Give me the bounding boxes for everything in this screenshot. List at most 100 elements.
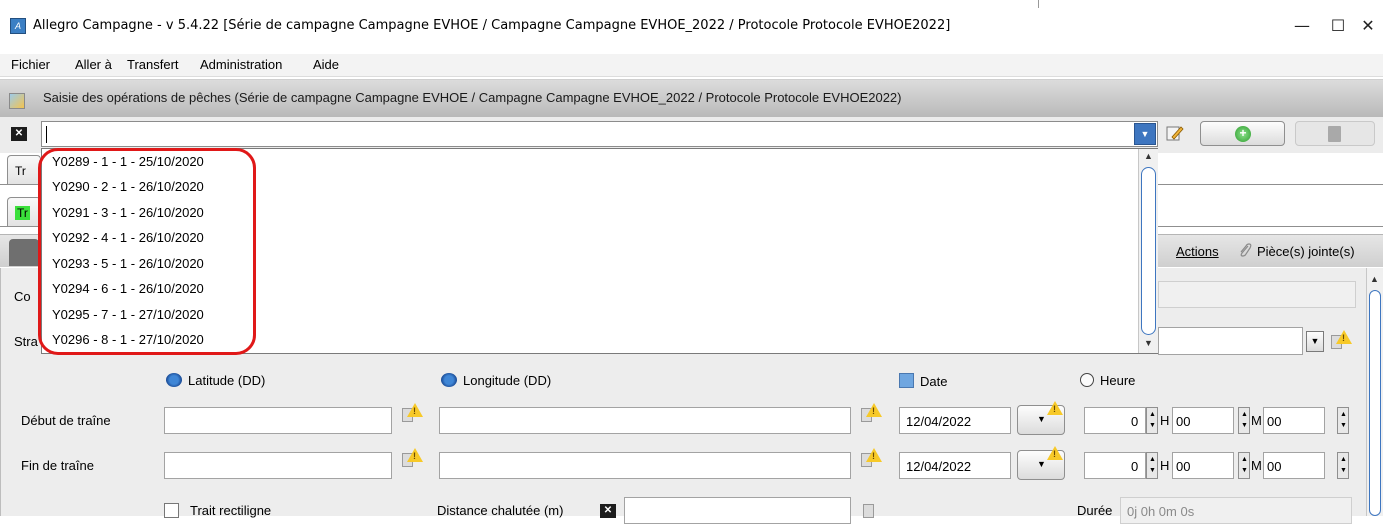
app-logo-icon: A bbox=[10, 18, 26, 34]
duree-value: 0j 0h 0m 0s bbox=[1127, 504, 1195, 519]
close-button[interactable]: ✕ bbox=[1348, 12, 1383, 40]
edit-form-icon bbox=[9, 93, 25, 109]
paperclip-icon bbox=[1238, 242, 1252, 261]
form-scroll-thumb[interactable] bbox=[1369, 290, 1381, 516]
inner-frame-title-bar: Saisie des opérations de pêches (Série d… bbox=[0, 79, 1383, 117]
dropdown-scrollbar[interactable]: ▲ ▼ bbox=[1138, 149, 1158, 353]
fin-m-label: M bbox=[1251, 458, 1262, 473]
inner-frame-title: Saisie des opérations de pêches (Série d… bbox=[43, 90, 902, 105]
fin-date-warning-icon: ! bbox=[1047, 446, 1069, 466]
longitude-header: Longitude (DD) bbox=[441, 373, 551, 388]
debut-date-warning-icon: ! bbox=[1047, 401, 1069, 421]
delete-button[interactable] bbox=[1295, 121, 1375, 146]
scroll-up-icon[interactable]: ▲ bbox=[1144, 151, 1153, 161]
code-field[interactable] bbox=[1158, 281, 1356, 308]
clear-selection-icon[interactable]: ✕ bbox=[11, 127, 27, 141]
debut-longitude-warning-icon: ! bbox=[860, 403, 882, 423]
operation-combo[interactable] bbox=[41, 121, 1158, 147]
latitude-header-text: Latitude (DD) bbox=[188, 373, 266, 388]
fin-date-input[interactable]: 12/04/2022 bbox=[899, 452, 1011, 479]
date-header: Date bbox=[899, 373, 947, 389]
fin-label: Fin de traîne bbox=[21, 458, 94, 473]
menu-bar: Fichier Aller à Transfert Administration… bbox=[0, 54, 1383, 77]
latitude-header: Latitude (DD) bbox=[166, 373, 265, 388]
code-label: Co bbox=[14, 289, 31, 304]
debut-longitude-input[interactable] bbox=[439, 407, 851, 434]
debut-hour-spinner[interactable]: ▲ ▼ bbox=[1146, 407, 1158, 434]
strate-warning-icon: ! bbox=[1330, 330, 1352, 350]
dropdown-scroll-thumb[interactable] bbox=[1141, 167, 1156, 335]
form-scrollbar[interactable]: ▲ bbox=[1366, 268, 1383, 516]
minimize-button[interactable]: — bbox=[1282, 12, 1322, 40]
globe-icon bbox=[166, 373, 182, 387]
clock-icon bbox=[1080, 373, 1094, 387]
debut-h-label: H bbox=[1160, 413, 1170, 428]
debut-minute-input[interactable]: 00 bbox=[1172, 407, 1234, 434]
fin-hour-input[interactable]: 0 bbox=[1084, 452, 1146, 479]
combo-dropdown-arrow[interactable]: ▼ bbox=[1134, 123, 1156, 145]
menu-administration[interactable]: Administration bbox=[200, 57, 282, 72]
fin-hour-spinner[interactable]: ▲ ▼ bbox=[1146, 452, 1158, 479]
longitude-header-text: Longitude (DD) bbox=[463, 373, 552, 388]
debut-minute-value: 00 bbox=[1176, 414, 1191, 429]
window-titlebar: A Allegro Campagne - v 5.4.22 [Série de … bbox=[0, 0, 1383, 54]
sub-tab-active[interactable] bbox=[9, 239, 39, 266]
heure-header-text: Heure bbox=[1100, 373, 1136, 388]
add-button[interactable]: + bbox=[1200, 121, 1285, 146]
tab-level-2-label: Tr bbox=[15, 206, 30, 220]
menu-aller-a[interactable]: Aller à bbox=[75, 57, 112, 72]
debut-second-value: 00 bbox=[1267, 414, 1282, 429]
debut-latitude-input[interactable] bbox=[164, 407, 392, 434]
attachments-link[interactable]: Pièce(s) jointe(s) bbox=[1257, 244, 1355, 259]
red-highlight-annotation bbox=[38, 148, 256, 355]
strate-select[interactable] bbox=[1158, 327, 1303, 355]
fin-second-value: 00 bbox=[1267, 459, 1282, 474]
debut-label: Début de traîne bbox=[21, 413, 111, 428]
edit-pencil-icon[interactable] bbox=[1163, 122, 1187, 144]
menu-transfert[interactable]: Transfert bbox=[127, 57, 179, 72]
debut-hour-input[interactable]: 0 bbox=[1084, 407, 1146, 434]
fin-minute-input[interactable]: 00 bbox=[1172, 452, 1234, 479]
debut-date-input[interactable]: 12/04/2022 bbox=[899, 407, 1011, 434]
fin-minute-value: 00 bbox=[1176, 459, 1191, 474]
plus-icon: + bbox=[1235, 126, 1251, 142]
strate-dropdown-arrow[interactable]: ▼ bbox=[1306, 331, 1324, 352]
trash-icon bbox=[1328, 126, 1341, 142]
debut-hour-value: 0 bbox=[1131, 414, 1139, 429]
scroll-up-icon[interactable]: ▲ bbox=[1370, 274, 1379, 284]
globe-icon bbox=[441, 373, 457, 387]
scroll-down-icon[interactable]: ▼ bbox=[1144, 338, 1153, 348]
fin-date-value: 12/04/2022 bbox=[906, 459, 972, 474]
window-title: Allegro Campagne - v 5.4.22 [Série de ca… bbox=[33, 18, 951, 33]
fin-latitude-input[interactable] bbox=[164, 452, 392, 479]
fin-longitude-warning-icon: ! bbox=[860, 448, 882, 468]
distance-input[interactable] bbox=[624, 497, 851, 524]
fin-latitude-warning-icon: ! bbox=[401, 448, 423, 468]
debut-date-value: 12/04/2022 bbox=[906, 414, 972, 429]
strate-label: Stra bbox=[14, 334, 38, 349]
debut-m-label: M bbox=[1251, 413, 1262, 428]
fin-second-spinner[interactable]: ▲ ▼ bbox=[1337, 452, 1349, 479]
fin-hour-value: 0 bbox=[1131, 459, 1139, 474]
menu-fichier[interactable]: Fichier bbox=[11, 57, 50, 72]
tab-level-1[interactable]: Tr bbox=[7, 155, 41, 185]
calendar-icon bbox=[899, 373, 914, 388]
fin-h-label: H bbox=[1160, 458, 1170, 473]
fin-minute-spinner[interactable]: ▲ ▼ bbox=[1238, 452, 1250, 479]
titlebar-divider bbox=[1038, 0, 1039, 8]
tab-level-2[interactable]: Tr bbox=[7, 197, 41, 227]
distance-calculator-icon[interactable] bbox=[862, 499, 884, 519]
menu-aide[interactable]: Aide bbox=[313, 57, 339, 72]
debut-second-input[interactable]: 00 bbox=[1263, 407, 1325, 434]
heure-header: Heure bbox=[1080, 373, 1135, 388]
fin-longitude-input[interactable] bbox=[439, 452, 851, 479]
debut-latitude-warning-icon: ! bbox=[401, 403, 423, 423]
date-header-text: Date bbox=[920, 374, 948, 389]
actions-link[interactable]: Actions bbox=[1176, 244, 1219, 259]
text-caret bbox=[46, 126, 47, 143]
debut-minute-spinner[interactable]: ▲ ▼ bbox=[1238, 407, 1250, 434]
fin-second-input[interactable]: 00 bbox=[1263, 452, 1325, 479]
duree-field: 0j 0h 0m 0s bbox=[1120, 497, 1352, 524]
tab-level-1-label: Tr bbox=[15, 164, 26, 178]
debut-second-spinner[interactable]: ▲ ▼ bbox=[1337, 407, 1349, 434]
